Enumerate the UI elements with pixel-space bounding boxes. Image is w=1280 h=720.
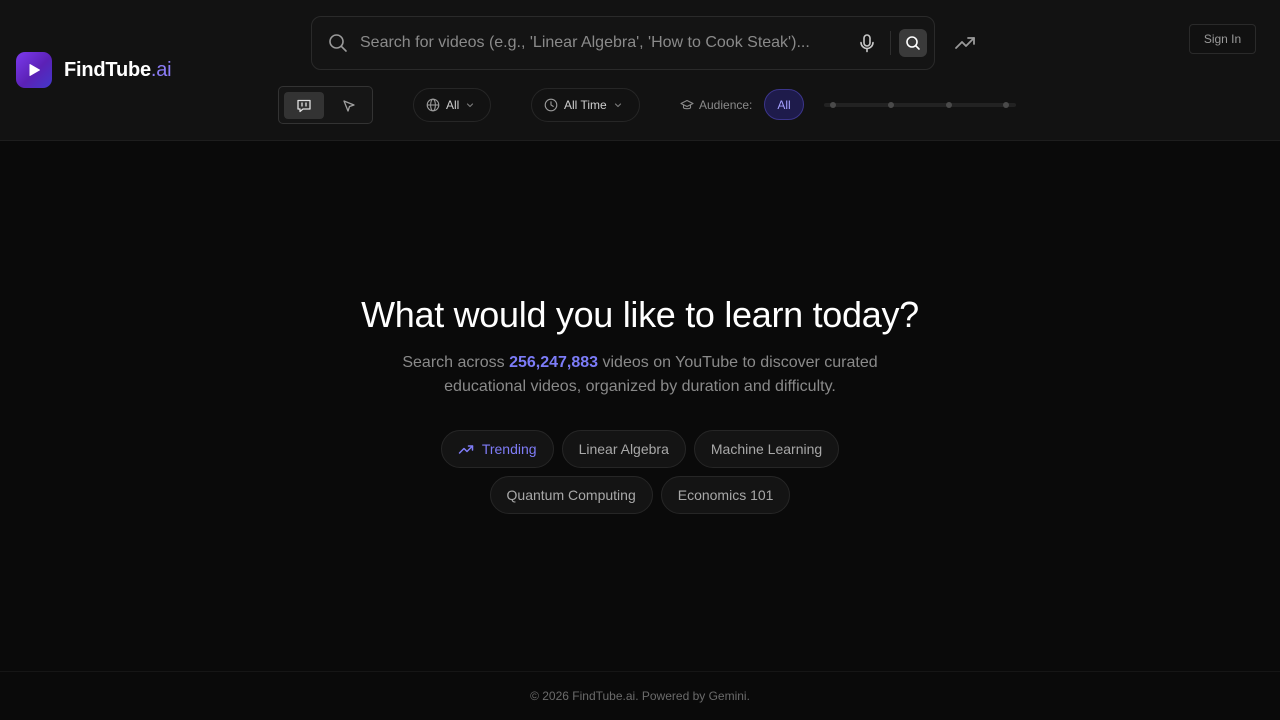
chevron-down-icon — [467, 103, 474, 108]
globe-icon — [426, 98, 440, 112]
chip-label: Quantum Computing — [506, 487, 636, 503]
chip-label: Economics 101 — [677, 487, 774, 503]
chip-quantum-computing[interactable]: Quantum Computing — [489, 476, 653, 514]
chip-machine-learning[interactable]: Machine Learning — [693, 430, 840, 468]
microphone-icon[interactable] — [856, 32, 878, 54]
search-icon — [328, 33, 348, 53]
search-submit-button[interactable] — [899, 29, 927, 57]
mode-toggle — [278, 86, 373, 124]
chip-label: Trending — [481, 441, 537, 457]
search-bar — [311, 16, 935, 70]
slider-stop[interactable] — [830, 102, 836, 108]
chevron-down-icon — [614, 103, 621, 108]
audience-all-button[interactable]: All — [764, 89, 804, 120]
slider-stop[interactable] — [888, 102, 894, 108]
chip-linear-algebra[interactable]: Linear Algebra — [561, 430, 686, 468]
brand-name-tld: .ai — [150, 58, 172, 81]
video-count: 256,247,883 — [509, 354, 599, 371]
chat-mode-button[interactable] — [284, 92, 324, 119]
search-icon — [906, 36, 920, 50]
footer-text: © 2026 FindTube.ai. Powered by Gemini. — [530, 689, 750, 703]
chip-economics-101[interactable]: Economics 101 — [660, 476, 791, 514]
footer: © 2026 FindTube.ai. Powered by Gemini. — [0, 671, 1280, 720]
brand-logo[interactable]: FindTube.ai — [16, 52, 172, 88]
hero-subtitle: Search across 256,247,883 videos on YouT… — [370, 351, 910, 399]
cursor-icon — [343, 99, 355, 112]
chat-icon — [297, 99, 311, 112]
brand-name-main: FindTube — [64, 58, 151, 81]
brand-name: FindTube.ai — [64, 58, 172, 82]
graduation-cap-icon — [680, 99, 694, 110]
time-filter-label: All Time — [564, 98, 607, 112]
language-filter-label: All — [446, 98, 460, 112]
sign-in-button[interactable]: Sign In — [1189, 24, 1256, 54]
search-input[interactable] — [360, 25, 846, 61]
audience-filter-label: Audience: — [699, 98, 753, 112]
trending-up-icon — [458, 445, 474, 454]
trending-icon[interactable] — [953, 31, 977, 55]
chip-label: Machine Learning — [710, 441, 823, 457]
search-divider — [890, 31, 891, 55]
audience-level-slider[interactable] — [824, 102, 1016, 108]
hero-subtitle-before: Search across — [402, 354, 510, 371]
page-title: What would you like to learn today? — [361, 294, 919, 335]
pointer-mode-button[interactable] — [334, 92, 364, 119]
chip-trending[interactable]: Trending — [440, 430, 554, 468]
time-filter[interactable]: All Time — [531, 88, 640, 122]
audience-filter-label-group: Audience: — [680, 88, 752, 122]
suggestion-chips-row: Quantum Computing Economics 101 — [0, 476, 1280, 514]
chip-label: Linear Algebra — [578, 441, 669, 457]
suggestion-chips-row: Trending Linear Algebra Machine Learning — [0, 430, 1280, 468]
clock-icon — [544, 98, 558, 112]
slider-stop[interactable] — [1003, 102, 1009, 108]
top-bar: FindTube.ai Sign In All All Time — [0, 0, 1280, 141]
slider-stop[interactable] — [946, 102, 952, 108]
language-filter[interactable]: All — [413, 88, 491, 122]
play-icon — [16, 52, 52, 88]
